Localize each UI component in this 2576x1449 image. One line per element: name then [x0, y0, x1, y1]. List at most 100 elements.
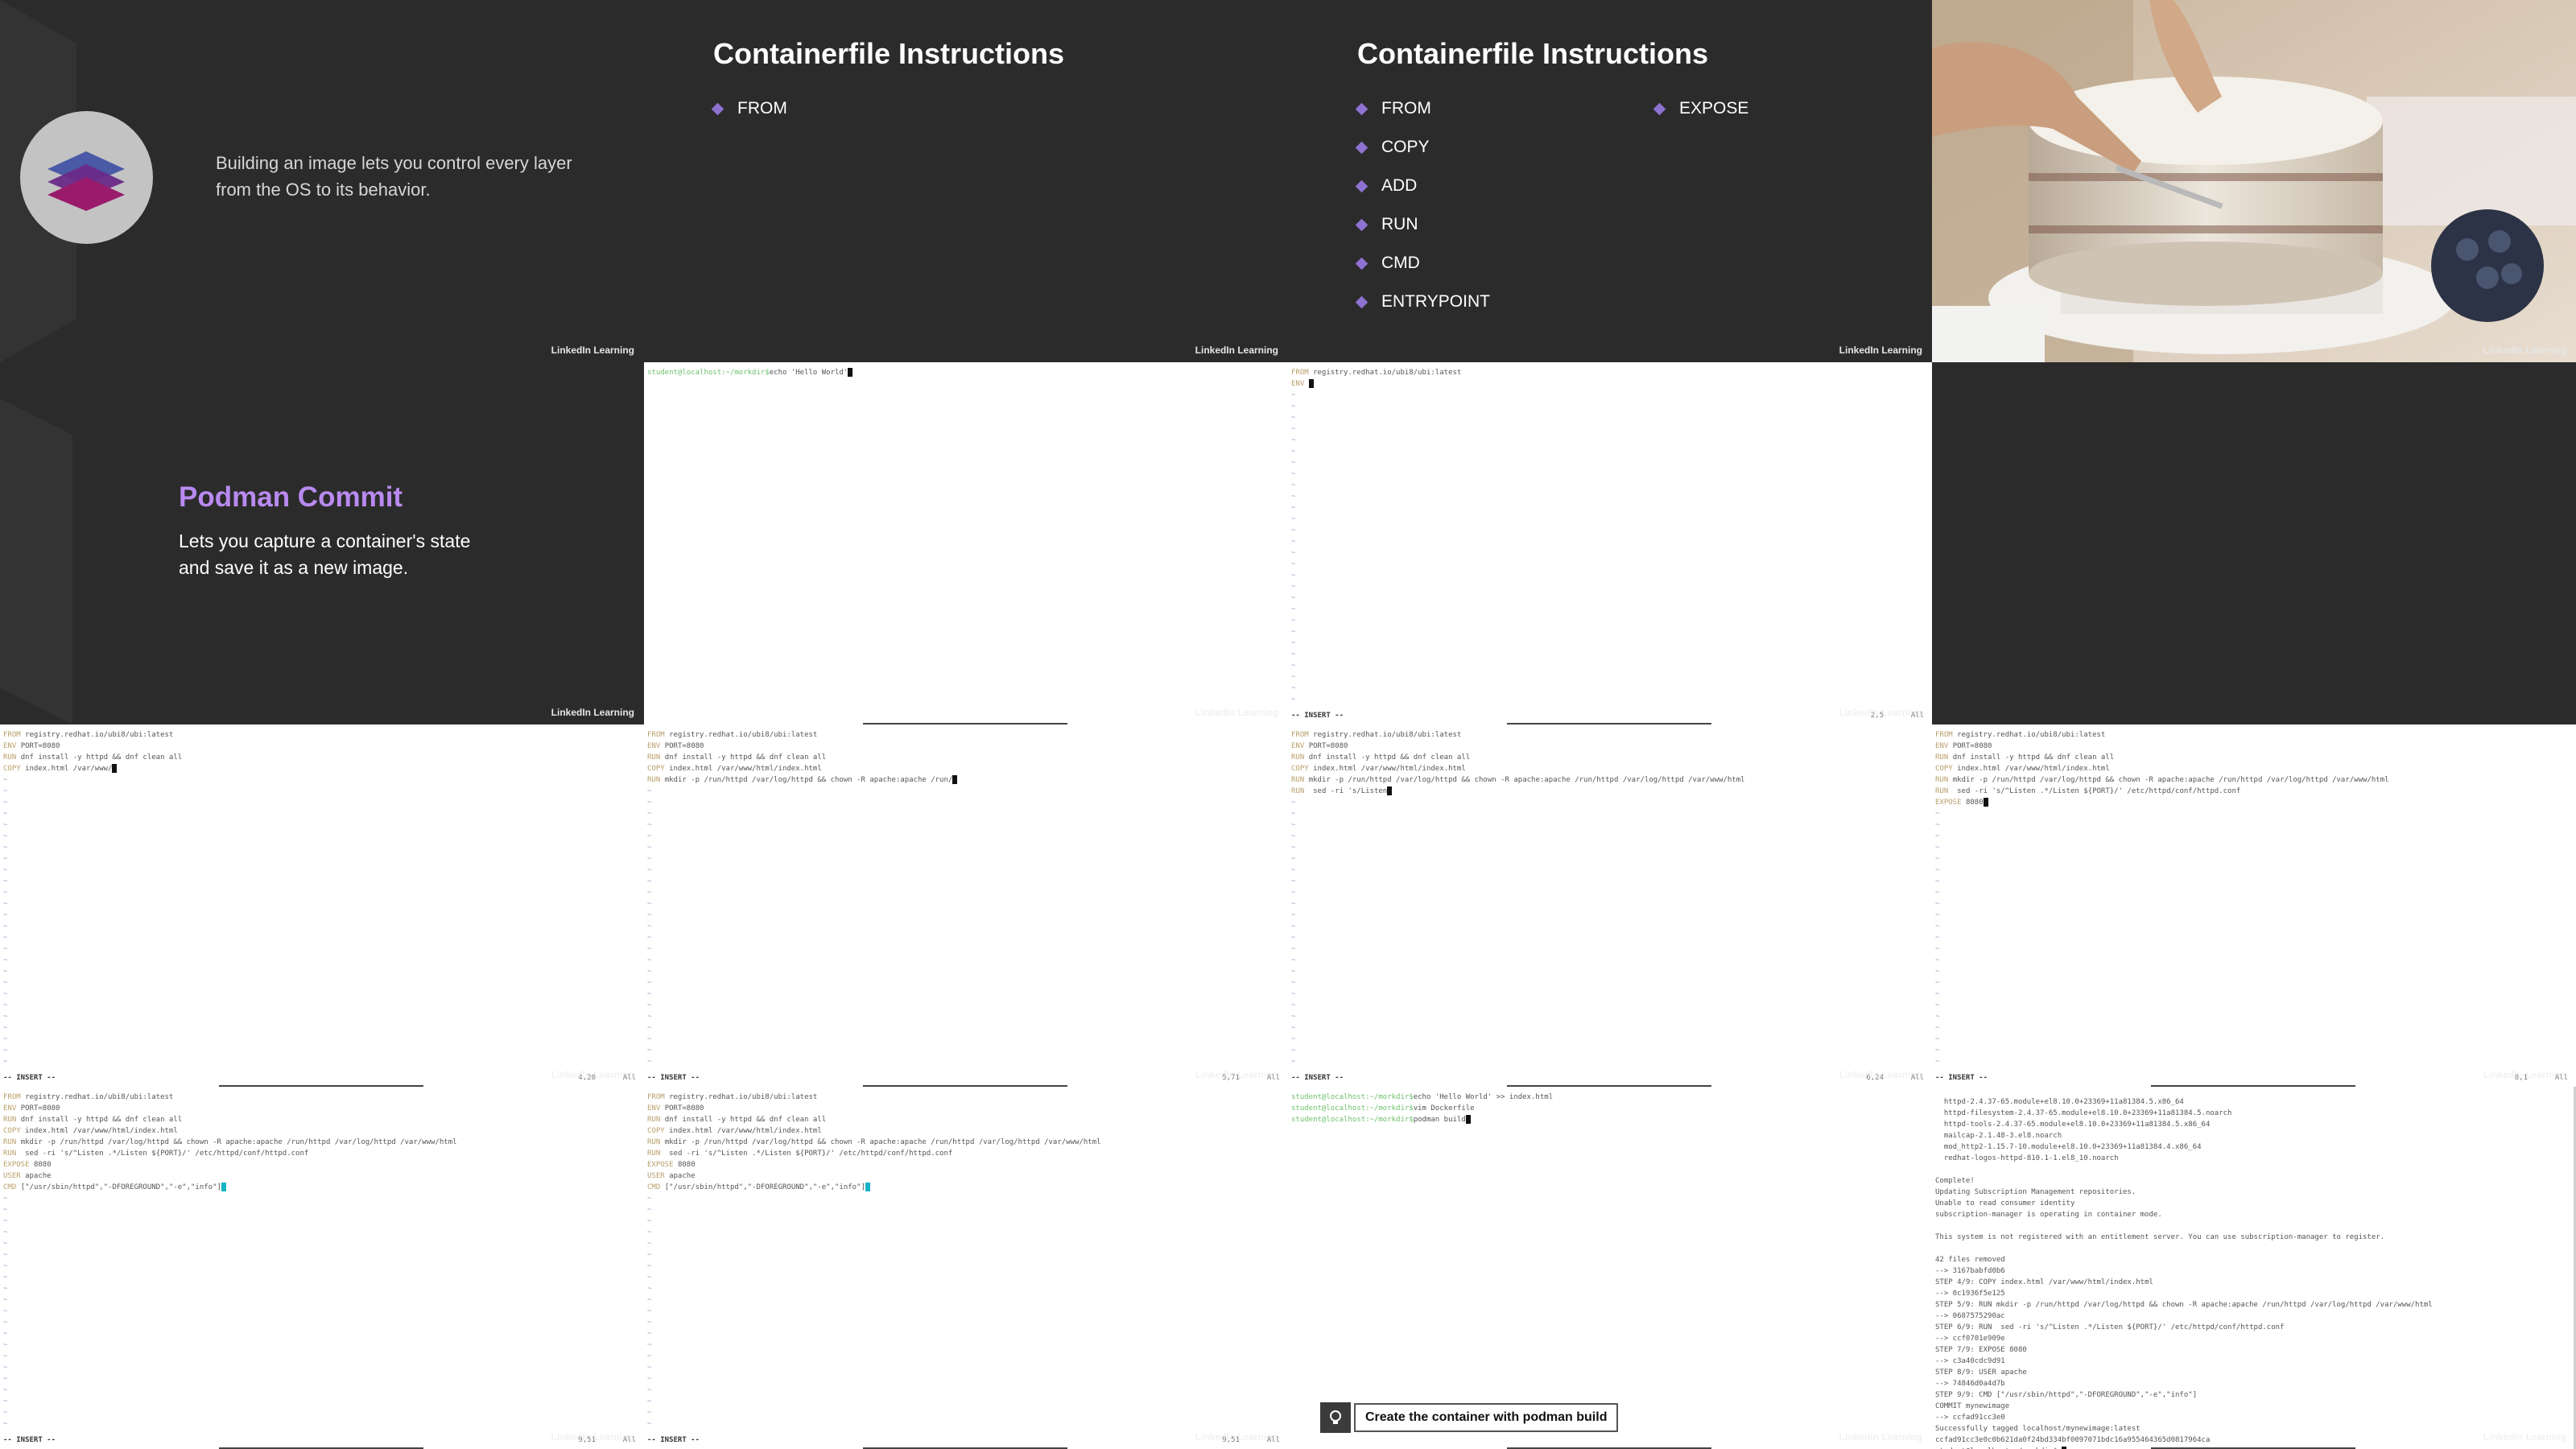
- code-line: ENV PORT=8080: [647, 1103, 1101, 1114]
- text-cursor: [1308, 379, 1314, 388]
- terminal-line: student@localhost:~/morkdir$podman build: [1291, 1114, 1553, 1125]
- keyword: RUN: [647, 753, 665, 762]
- diamond-bullet-icon: [1355, 141, 1368, 154]
- code-text: dnf install -y httpd && dnf clean all: [20, 753, 183, 762]
- text-cursor: [221, 1183, 226, 1191]
- code-line: FROM registry.redhat.io/ubi8/ubi:latest: [3, 729, 182, 741]
- linkedin-learning-watermark: LinkedIn Learning: [1195, 707, 1278, 718]
- code-line: RUN dnf install -y httpd && dnf clean al…: [1935, 752, 2389, 763]
- diamond-bullet-icon: [1355, 295, 1368, 308]
- keyword: ENV: [647, 742, 665, 750]
- slide-title: Containerfile Instructions: [1357, 37, 1709, 70]
- keyword: EXPOSE: [1935, 799, 1966, 807]
- code-text: mkdir -p /run/httpd /var/log/httpd && ch…: [1952, 776, 2389, 784]
- terminal-line: --> 0c1936f5e125: [1935, 1290, 2005, 1298]
- diamond-bullet-icon: [1355, 102, 1368, 115]
- editor-buffer[interactable]: FROM registry.redhat.io/ubi8/ubi:latest E…: [647, 729, 958, 786]
- keyword: RUN: [3, 1116, 21, 1124]
- code-line: CMD ["/usr/sbin/httpd","-DFOREGROUND","-…: [647, 1182, 1101, 1193]
- vim-empty-lines: ~ ~ ~ ~ ~ ~ ~ ~ ~ ~ ~ ~ ~ ~ ~ ~ ~ ~ ~ ~ …: [647, 787, 652, 1066]
- shell-command: podman build: [1413, 1116, 1466, 1124]
- terminal-line: mod_http2-1.15.7-10.module+el8.10.0+2336…: [1935, 1143, 2202, 1151]
- linkedin-learning-watermark: LinkedIn Learning: [551, 1431, 634, 1443]
- code-line: RUN dnf install -y httpd && dnf clean al…: [647, 752, 957, 763]
- code-text: index.html /var/www/: [25, 765, 113, 773]
- terminal-line: Successfully tagged localhost/mynewimage…: [1935, 1425, 2140, 1433]
- editor-buffer[interactable]: FROM registry.redhat.io/ubi8/ubi:latest E…: [647, 1092, 1101, 1193]
- instruction-item: ENTRYPOINT: [1355, 283, 1490, 321]
- editor-buffer[interactable]: FROM registry.redhat.io/ubi8/ubi:latest E…: [3, 729, 182, 774]
- code-line: FROM registry.redhat.io/ubi8/ubi:latest: [1935, 729, 2389, 741]
- code-line: FROM registry.redhat.io/ubi8/ubi:latest: [647, 729, 957, 741]
- code-line: USER apache: [3, 1170, 457, 1182]
- slide-blank: [1932, 362, 2576, 724]
- code-line: ENV PORT=8080: [1291, 741, 1745, 752]
- keyword: RUN: [1935, 787, 1953, 795]
- text-cursor: [1387, 786, 1393, 795]
- vim-mode-indicator: -- INSERT --: [647, 1074, 700, 1082]
- cake-image: [1932, 0, 2576, 362]
- editor-buffer[interactable]: FROM registry.redhat.io/ubi8/ubi:latest E…: [1291, 729, 1745, 797]
- terminal-line: mailcap-2.1.48-3.el8.noarch: [1935, 1132, 2062, 1140]
- terminal-line: --> 3167babfd0b6: [1935, 1267, 2005, 1275]
- code-text: PORT=8080: [20, 742, 60, 750]
- code-line: FROM registry.redhat.io/ubi8/ubi:latest: [1291, 729, 1745, 741]
- terminal-line: STEP 4/9: COPY index.html /var/www/html/…: [1935, 1278, 2153, 1286]
- intro-text: Building an image lets you control every…: [216, 153, 572, 200]
- code-text: ["/usr/sbin/httpd","-DFOREGROUND","-e","…: [664, 1183, 865, 1191]
- instruction-item: FROM: [1355, 89, 1490, 128]
- keyword: RUN: [1291, 787, 1309, 795]
- instruction-label: FROM: [737, 99, 787, 118]
- code-line: ENV: [1291, 378, 1461, 390]
- keyword: RUN: [1291, 776, 1309, 784]
- instruction-label: CMD: [1381, 254, 1420, 272]
- code-line: RUN mkdir -p /run/httpd /var/log/httpd &…: [647, 1137, 1101, 1148]
- instruction-item: COPY: [1355, 128, 1490, 167]
- terminal-line: STEP 6/9: RUN sed -ri 's/^Listen .*/List…: [1935, 1323, 2285, 1331]
- vim-empty-lines: ~ ~ ~ ~ ~ ~ ~ ~ ~ ~ ~ ~ ~ ~ ~ ~ ~ ~ ~ ~ …: [1291, 799, 1296, 1066]
- code-line: ENV PORT=8080: [3, 1103, 457, 1114]
- keyword: COPY: [3, 765, 26, 773]
- code-line: RUN mkdir -p /run/httpd /var/log/httpd &…: [3, 1137, 457, 1148]
- text-cursor: [952, 775, 958, 784]
- linkedin-learning-watermark: LinkedIn Learning: [1195, 1069, 1278, 1080]
- code-text: PORT=8080: [664, 742, 704, 750]
- code-text: sed -ri 's/^Listen .*/Listen ${PORT}/' /…: [664, 1150, 953, 1158]
- code-line: COPY index.html /var/www/html/index.html: [3, 1125, 457, 1137]
- keyword: FROM: [1935, 731, 1958, 739]
- code-line: COPY index.html /var/www/html/index.html: [1935, 763, 2389, 774]
- terminal-line: subscription-manager is operating in con…: [1935, 1211, 2162, 1219]
- code-text: registry.redhat.io/ubi8/ubi:latest: [669, 731, 818, 739]
- code-line: RUN dnf install -y httpd && dnf clean al…: [3, 752, 182, 763]
- tip-text: Create the container with podman build: [1354, 1403, 1619, 1432]
- keyword: ENV: [3, 1104, 21, 1113]
- linkedin-learning-watermark: LinkedIn Learning: [2483, 1069, 2566, 1080]
- shell-prompt: student@localhost:~/morkdir$: [1291, 1116, 1414, 1124]
- editor-buffer[interactable]: FROM registry.redhat.io/ubi8/ubi:latest E…: [3, 1092, 457, 1193]
- keyword: ENV: [647, 1104, 665, 1113]
- shell-prompt: student@localhost:~/morkdir$: [1291, 1104, 1414, 1113]
- tip-callout: Create the container with podman build: [1320, 1402, 1619, 1433]
- terminal-line: --> 0687575290ac: [1935, 1312, 2005, 1320]
- keyword: FROM: [647, 1093, 670, 1101]
- code-text: 8080: [33, 1161, 52, 1169]
- code-text: PORT=8080: [1308, 742, 1348, 750]
- terminal-line: This system is not registered with an en…: [1935, 1233, 2385, 1241]
- keyword: RUN: [1935, 753, 1953, 762]
- keyword: COPY: [647, 765, 670, 773]
- instruction-item: CMD: [1355, 244, 1490, 283]
- code-line: USER apache: [647, 1170, 1101, 1182]
- editor-buffer[interactable]: FROM registry.redhat.io/ubi8/ubi:latest E…: [1291, 367, 1461, 390]
- code-line: EXPOSE 8080: [3, 1159, 457, 1170]
- terminal-line: --> ccf0701e909e: [1935, 1335, 2005, 1343]
- keyword: RUN: [1935, 776, 1953, 784]
- code-line: RUN mkdir -p /run/httpd /var/log/httpd &…: [1291, 774, 1745, 786]
- text-cursor: [1983, 798, 1988, 807]
- terminal-output: student@localhost:~/morkdir$echo 'Hello …: [1291, 1092, 1553, 1125]
- shell-prompt: student@localhost:~/morkdir$: [1291, 1093, 1414, 1101]
- editor-buffer[interactable]: FROM registry.redhat.io/ubi8/ubi:latest E…: [1935, 729, 2389, 808]
- terminal-line: redhat-logos-httpd-810.1-1.el8_10.noarch: [1935, 1154, 2119, 1162]
- instruction-label: FROM: [1381, 99, 1431, 118]
- vim-empty-lines: ~ ~ ~ ~ ~ ~ ~ ~ ~ ~ ~ ~ ~ ~ ~ ~ ~ ~ ~ ~ …: [3, 1195, 8, 1428]
